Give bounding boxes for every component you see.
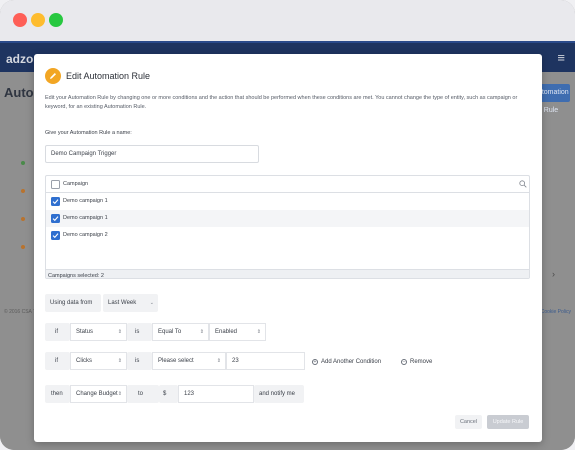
window-frame: adzo ≡ Auto Automation Rule › © 2016 CSA… xyxy=(0,0,575,450)
status-dot xyxy=(21,245,25,249)
add-condition-button[interactable]: + Add Another Condition xyxy=(312,353,381,371)
chevron-right-icon[interactable]: › xyxy=(552,269,555,279)
condition-operator-select[interactable]: Please select ⇕ xyxy=(152,352,226,370)
sort-caret-icon: ⇕ xyxy=(216,358,221,364)
status-dot xyxy=(21,189,25,193)
if-label: if xyxy=(45,352,70,370)
select-all-checkbox[interactable] xyxy=(51,180,60,189)
plus-circle-icon: + xyxy=(312,359,318,365)
condition-metric-select[interactable]: Clicks ⇕ xyxy=(70,352,127,370)
campaign-column-label: Campaign xyxy=(63,181,89,187)
minimize-window-button[interactable] xyxy=(31,13,45,27)
campaign-checkbox[interactable] xyxy=(51,214,60,223)
to-label: to xyxy=(127,385,159,403)
status-dot xyxy=(21,161,25,165)
edit-automation-rule-modal: Edit Automation Rule Edit your Automatio… xyxy=(34,54,542,442)
pencil-icon xyxy=(45,68,61,84)
hamburger-icon[interactable]: ≡ xyxy=(557,50,565,65)
app-footer-cookie-link[interactable]: Cookie Policy xyxy=(541,309,571,315)
sort-caret-icon: ⇕ xyxy=(256,329,261,335)
campaign-label: Demo campaign 2 xyxy=(63,232,108,238)
cancel-button[interactable]: Cancel xyxy=(455,415,482,429)
condition-value-select[interactable]: Enabled ⇕ xyxy=(209,323,266,341)
list-item[interactable]: Demo campaign 1 xyxy=(46,193,529,210)
campaign-checkbox[interactable] xyxy=(51,197,60,206)
campaign-checkbox[interactable] xyxy=(51,231,60,240)
data-range-select[interactable]: Last Week ⌄ xyxy=(103,294,158,312)
currency-label: $ xyxy=(159,385,178,403)
close-window-button[interactable] xyxy=(13,13,27,27)
sort-caret-icon: ⇕ xyxy=(117,329,122,335)
maximize-window-button[interactable] xyxy=(49,13,63,27)
budget-amount-input[interactable]: 123 xyxy=(178,385,254,403)
modal-title: Edit Automation Rule xyxy=(66,71,151,81)
status-dot xyxy=(21,217,25,221)
campaigns-selected-footer: Campaigns selected: 2 xyxy=(46,269,529,279)
search-icon[interactable] xyxy=(519,180,527,188)
sort-caret-icon: ⇕ xyxy=(117,391,122,397)
sort-caret-icon: ⇕ xyxy=(199,329,204,335)
rule-name-label: Give your Automation Rule a name: xyxy=(45,130,132,136)
rule-name-input[interactable]: Demo Campaign Trigger xyxy=(45,145,259,163)
campaign-label: Demo campaign 1 xyxy=(63,215,108,221)
app-page-title: Auto xyxy=(4,85,34,100)
is-label: is xyxy=(127,323,152,341)
window-titlebar xyxy=(0,0,575,41)
action-select[interactable]: Change Budget ⇕ xyxy=(70,385,127,403)
app-logo: adzo xyxy=(6,52,34,66)
minus-circle-icon: – xyxy=(401,359,407,365)
notify-label: and notify me xyxy=(254,385,304,403)
then-label: then xyxy=(45,385,70,403)
list-item[interactable]: Demo campaign 2 xyxy=(46,227,529,244)
data-from-label: Using data from xyxy=(45,294,101,312)
condition-metric-select[interactable]: Status ⇕ xyxy=(70,323,127,341)
campaign-list-header: Campaign xyxy=(46,176,529,193)
condition-operator-select[interactable]: Equal To ⇕ xyxy=(152,323,209,341)
if-label: if xyxy=(45,323,70,341)
condition-value-input[interactable]: 23 xyxy=(226,352,305,370)
campaign-list: Campaign Demo campaign 1 Demo campaign 1… xyxy=(45,175,530,279)
list-item[interactable]: Demo campaign 1 xyxy=(46,210,529,227)
modal-description: Edit your Automation Rule by changing on… xyxy=(45,95,518,110)
remove-condition-button[interactable]: – Remove xyxy=(401,353,432,371)
is-label: is xyxy=(127,352,152,370)
chevron-down-icon: ⌄ xyxy=(149,300,154,306)
sort-caret-icon: ⇕ xyxy=(117,358,122,364)
campaigns-selected-count: Campaigns selected: 2 xyxy=(48,272,104,279)
campaign-label: Demo campaign 1 xyxy=(63,198,108,204)
update-rule-button[interactable]: Update Rule xyxy=(487,415,529,429)
